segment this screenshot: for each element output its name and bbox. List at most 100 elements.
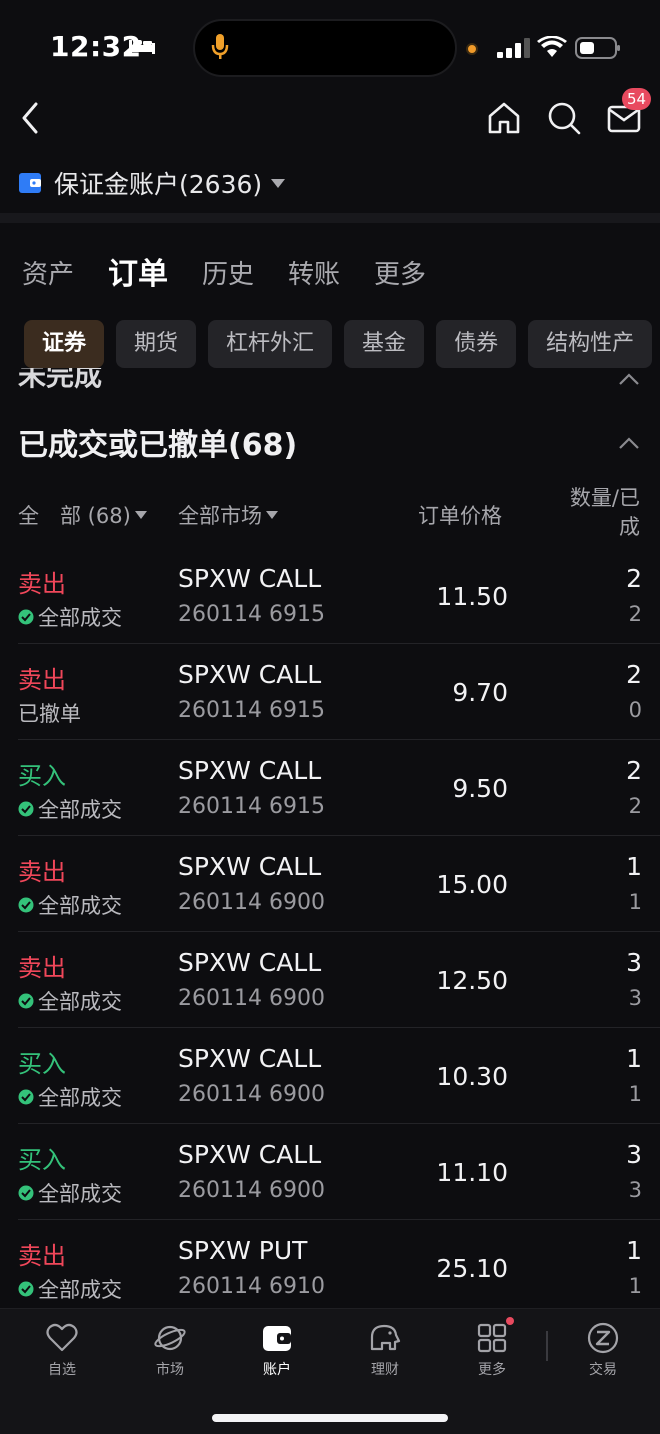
search-icon[interactable] — [546, 100, 582, 136]
column-header-quantity: 数量/已 成 — [540, 484, 640, 542]
market-filter-dropdown[interactable]: 全部市场 — [178, 500, 278, 530]
bottom-tab-wealth[interactable]: 理财 — [345, 1321, 425, 1379]
heart-icon — [46, 1323, 78, 1352]
order-symbol: SPXW CALL — [178, 564, 322, 593]
chip-futures[interactable]: 期货 — [116, 320, 197, 368]
order-row[interactable]: 卖出 全部成交 SPXW CALL 260114 6915 11.50 2 2 — [0, 548, 660, 644]
order-symbol: SPXW CALL — [178, 948, 322, 977]
order-list: 卖出 全部成交 SPXW CALL 260114 6915 11.50 2 2 … — [0, 548, 660, 1316]
chip-bonds[interactable]: 债券 — [436, 320, 517, 368]
tab-history[interactable]: 历史 — [202, 252, 254, 298]
tab-orders[interactable]: 订单 — [106, 252, 168, 298]
chip-forex[interactable]: 杠杆外汇 — [208, 320, 333, 368]
order-quantity: 2 — [626, 756, 642, 785]
dynamic-island — [193, 19, 457, 77]
order-row[interactable]: 买入 全部成交 SPXW CALL 260114 6915 9.50 2 2 — [0, 740, 660, 836]
order-price: 12.50 — [436, 966, 508, 995]
home-indicator[interactable] — [212, 1414, 448, 1422]
order-quantity: 1 — [626, 1236, 642, 1265]
bottom-tab-label: 自选 — [48, 1362, 76, 1378]
chip-funds[interactable]: 基金 — [344, 320, 425, 368]
order-symbol: SPXW CALL — [178, 660, 322, 689]
bottom-tab-trade[interactable]: 交易 — [563, 1321, 643, 1379]
order-quantity: 3 — [626, 1140, 642, 1169]
order-filter-dropdown[interactable]: 全 部 (68) — [18, 500, 147, 530]
order-status: 全部成交 — [18, 890, 122, 920]
quantity-header-line1: 数量/已 — [569, 486, 640, 510]
order-row[interactable]: 卖出 已撤单 SPXW CALL 260114 6915 9.70 2 0 — [0, 644, 660, 740]
order-status-text: 全部成交 — [38, 606, 122, 630]
dropdown-caret-icon — [271, 179, 286, 188]
status-bar: 12:32 — [0, 0, 660, 96]
order-side: 买入 — [18, 1050, 66, 1078]
bottom-tab-account[interactable]: 账户 — [237, 1321, 317, 1379]
chevron-up-icon[interactable] — [618, 436, 640, 450]
account-selector[interactable]: 保证金账户(2636) — [18, 163, 286, 203]
order-symbol: SPXW CALL — [178, 852, 322, 881]
order-filled-quantity: 1 — [628, 1082, 642, 1106]
order-symbol: SPXW CALL — [178, 1044, 322, 1073]
bottom-tab-market[interactable]: 市场 — [130, 1321, 210, 1379]
mail-unread-badge: 54 — [622, 88, 652, 110]
order-row[interactable]: 卖出 全部成交 SPXW CALL 260114 6900 15.00 1 1 — [0, 836, 660, 932]
dropdown-caret-icon — [134, 511, 147, 519]
order-side: 卖出 — [18, 570, 66, 598]
wallet-icon — [263, 1326, 291, 1351]
bottom-tab-more[interactable]: 更多 — [452, 1321, 532, 1379]
order-contract-code: 260114 6900 — [178, 1082, 325, 1107]
order-price: 25.10 — [436, 1254, 508, 1283]
order-filter-label: 全 部 (68) — [18, 504, 131, 528]
check-circle-icon — [18, 609, 34, 625]
order-filled-quantity: 1 — [628, 890, 642, 914]
order-price: 9.50 — [452, 774, 508, 803]
elephant-icon — [370, 1324, 401, 1351]
order-filled-quantity: 3 — [628, 986, 642, 1010]
cellular-signal-icon — [497, 38, 530, 58]
order-contract-code: 260114 6915 — [178, 794, 325, 819]
order-quantity: 1 — [626, 1044, 642, 1073]
order-side: 买入 — [18, 762, 66, 790]
tab-assets[interactable]: 资产 — [22, 252, 74, 298]
order-quantity: 2 — [626, 660, 642, 689]
order-status-text: 全部成交 — [38, 990, 122, 1014]
account-tabs: 资产 订单 历史 转账 更多 — [22, 248, 460, 298]
order-symbol: SPXW CALL — [178, 756, 322, 785]
completed-orders-title[interactable]: 已成交或已撤单(68) — [18, 420, 297, 464]
bottom-tab-watchlist[interactable]: 自选 — [22, 1321, 102, 1379]
pending-orders-section-header[interactable]: 未完成 — [18, 368, 658, 394]
order-status-text: 全部成交 — [38, 894, 122, 918]
section-divider — [0, 213, 660, 223]
home-icon[interactable] — [486, 100, 522, 136]
order-row[interactable]: 卖出 全部成交 SPXW PUT 260114 6910 25.10 1 1 — [0, 1220, 660, 1316]
order-row[interactable]: 买入 全部成交 SPXW CALL 260114 6900 10.30 1 1 — [0, 1028, 660, 1124]
wifi-icon — [537, 36, 567, 57]
sleep-focus-icon — [129, 40, 155, 54]
market-filter-label: 全部市场 — [178, 504, 262, 528]
tab-more[interactable]: 更多 — [374, 252, 426, 298]
back-arrow-icon[interactable] — [16, 100, 46, 136]
order-price: 11.50 — [436, 582, 508, 611]
order-price: 11.10 — [436, 1158, 508, 1187]
order-filled-quantity: 2 — [628, 794, 642, 818]
order-contract-code: 260114 6915 — [178, 698, 325, 723]
chip-structured[interactable]: 结构性产 — [528, 320, 653, 368]
bottom-tab-label: 账户 — [263, 1362, 291, 1378]
notification-dot — [506, 1317, 514, 1325]
chip-securities[interactable]: 证券 — [24, 320, 105, 368]
dropdown-caret-icon — [266, 511, 278, 519]
order-quantity: 2 — [626, 564, 642, 593]
tab-transfer[interactable]: 转账 — [288, 252, 340, 298]
chevron-up-icon — [619, 373, 639, 385]
grid-icon — [477, 1323, 507, 1353]
check-circle-icon — [18, 1281, 34, 1297]
order-side: 卖出 — [18, 1242, 66, 1270]
order-quantity: 1 — [626, 852, 642, 881]
check-circle-icon — [18, 897, 34, 913]
order-row[interactable]: 卖出 全部成交 SPXW CALL 260114 6900 12.50 3 3 — [0, 932, 660, 1028]
order-price: 9.70 — [452, 678, 508, 707]
bottom-tab-separator — [546, 1331, 548, 1361]
order-row[interactable]: 买入 全部成交 SPXW CALL 260114 6900 11.10 3 3 — [0, 1124, 660, 1220]
trade-icon — [587, 1322, 619, 1354]
order-status: 全部成交 — [18, 1274, 122, 1304]
privacy-indicator-dot — [466, 43, 478, 55]
